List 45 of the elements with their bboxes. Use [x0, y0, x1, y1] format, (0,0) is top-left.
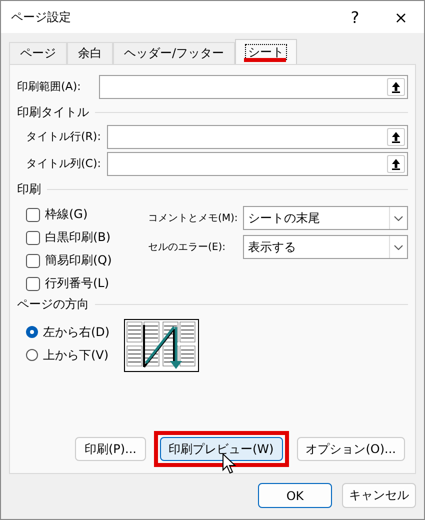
checkbox-label: 簡易印刷(Q): [45, 252, 112, 269]
checkbox-label: 枠線(G): [45, 206, 88, 223]
radio-button[interactable]: [26, 326, 38, 338]
checkbox[interactable]: [26, 208, 40, 222]
radio-label: 上から下(V): [43, 346, 109, 364]
section-heading: 印刷: [17, 181, 41, 198]
tab[interactable]: 余白: [67, 42, 113, 64]
collapse-button[interactable]: [387, 78, 405, 96]
tab[interactable]: ヘッダー/フッター: [113, 42, 236, 64]
checkbox-label: 白黒印刷(B): [45, 229, 111, 246]
dropdown-value: シートの末尾: [248, 210, 321, 226]
field-label: タイトル列(C):: [26, 156, 102, 171]
help-button[interactable]: ?: [332, 1, 378, 33]
field-label: 印刷範囲(A):: [17, 79, 82, 94]
tab[interactable]: ページ: [9, 42, 67, 64]
dropdown-label: セルのエラー(E):: [148, 241, 226, 254]
upload-arrow-icon: [391, 80, 401, 92]
window-title: ページ設定: [11, 8, 72, 26]
radio-label: 左から右(D): [43, 324, 110, 340]
checkbox[interactable]: [26, 230, 40, 244]
section-heading: ページの方向: [17, 296, 89, 313]
upload-arrow-icon: [391, 158, 401, 170]
close-button[interactable]: ×: [378, 1, 424, 33]
input-field[interactable]: [107, 124, 408, 148]
field-label: タイトル行(R):: [26, 129, 102, 144]
checkbox[interactable]: [26, 254, 40, 268]
dropdown[interactable]: シートの末尾: [243, 206, 408, 230]
dialog-button[interactable]: キャンセル: [342, 483, 416, 508]
dialog-button[interactable]: OK: [258, 483, 332, 508]
input-field[interactable]: [107, 152, 408, 176]
dropdown[interactable]: 表示する: [243, 235, 408, 259]
collapse-button[interactable]: [387, 154, 405, 172]
panel-button[interactable]: オプション(O)...: [296, 437, 405, 461]
section-heading: 印刷タイトル: [17, 104, 89, 121]
checkbox-label: 行列番号(L): [45, 275, 110, 292]
checkbox[interactable]: [26, 276, 40, 290]
collapse-button[interactable]: [387, 128, 405, 146]
upload-arrow-icon: [391, 130, 401, 142]
radio-button[interactable]: [26, 349, 38, 361]
panel-button[interactable]: 印刷プレビュー(W): [160, 437, 283, 461]
dropdown-label: コメントとメモ(M):: [148, 212, 239, 225]
panel-button[interactable]: 印刷(P)...: [75, 437, 146, 461]
input-field[interactable]: [99, 74, 408, 98]
dropdown-value: 表示する: [248, 238, 297, 256]
tab[interactable]: シート: [235, 39, 298, 64]
